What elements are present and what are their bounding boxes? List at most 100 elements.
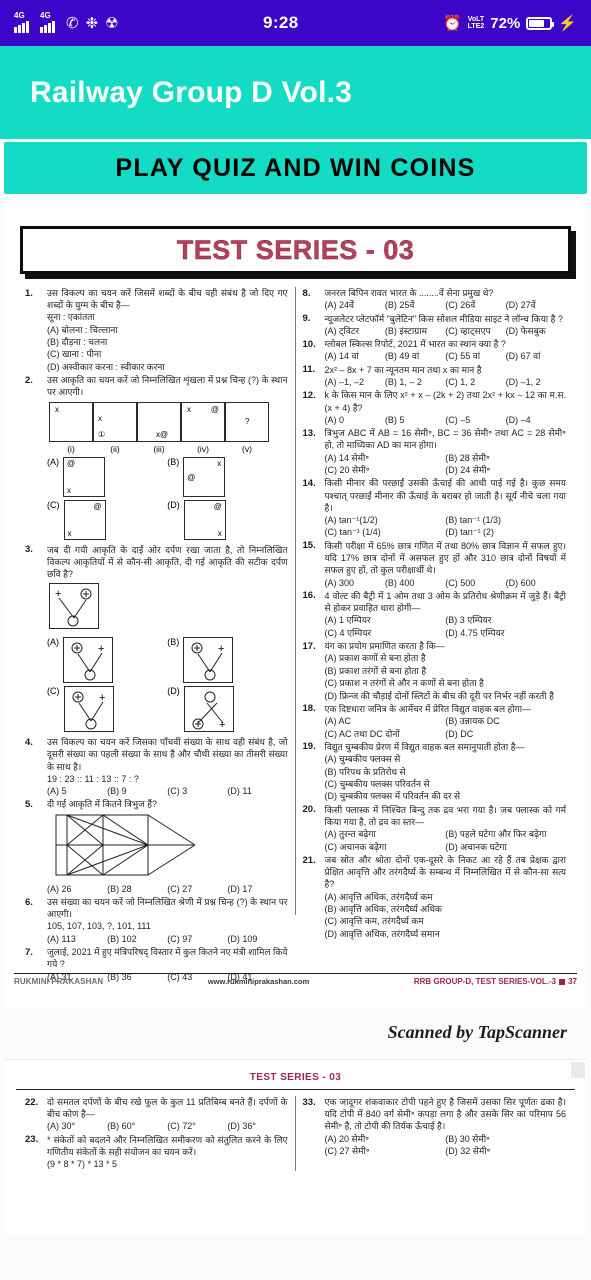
option-b[interactable]: (B) 60° <box>107 1120 167 1132</box>
option-a[interactable]: (A) AC <box>325 715 446 727</box>
option-d[interactable]: (D) फेसबुक <box>506 325 566 337</box>
svg-text:+: + <box>218 643 224 655</box>
option-c[interactable]: (C) अचानक बढ़ेगा <box>325 841 446 853</box>
option-c[interactable]: (C) 55 वां <box>445 350 505 362</box>
option-a[interactable]: (A) 5 <box>47 785 107 797</box>
option-c[interactable]: (C) 20 सेमी॰ <box>325 464 446 476</box>
option-d[interactable]: (D) 109 <box>227 933 287 945</box>
option-b[interactable]: (B) 49 वां <box>385 350 445 362</box>
option-d[interactable]: (D) 4.75 एम्पियर <box>445 627 566 639</box>
mirror-option-b[interactable]: (B) + <box>167 637 287 684</box>
option-c[interactable]: (C) 26वें <box>445 299 505 311</box>
option-d[interactable]: (D) –1, 2 <box>506 376 566 388</box>
mirror-label-a: (A) <box>47 637 59 648</box>
option-d[interactable]: (D) अचानक घटेगा <box>445 841 566 853</box>
option-b[interactable]: (B) पहले घटेगा और फिर बढ़ेगा <box>445 828 566 840</box>
option-b[interactable]: (B) इंस्टाग्राम <box>385 325 445 337</box>
option-b[interactable]: (B) 1, – 2 <box>385 376 445 388</box>
option-a[interactable]: (A) 14 सेमी॰ <box>325 452 446 464</box>
answer-option-c[interactable]: (C) @ x <box>47 499 167 540</box>
option-c[interactable]: (C) 27 सेमी॰ <box>325 1145 446 1157</box>
option-b[interactable]: (B) 28 <box>107 883 167 895</box>
option-c[interactable]: (C) –5 <box>445 414 505 426</box>
mirror-option-c[interactable]: (C) + <box>47 686 167 733</box>
option-a[interactable]: (A) 20 सेमी॰ <box>325 1133 446 1145</box>
option-c[interactable]: (C) 1, 2 <box>445 376 505 388</box>
option-a[interactable]: (A) चुम्बकीय फ्लक्स से <box>325 753 567 765</box>
option-c[interactable]: (C) खाना : पीना <box>47 348 288 360</box>
option-b[interactable]: (B) 102 <box>107 933 167 945</box>
option-c[interactable]: (C) tan⁻¹ (1/4) <box>325 526 446 538</box>
option-a[interactable]: (A) 14 वां <box>325 350 385 362</box>
option-b[interactable]: (B) दौड़ना : चलना <box>47 336 288 348</box>
option-d[interactable]: (D) –4 <box>506 414 566 426</box>
option-c[interactable]: (C) 97 <box>167 933 227 945</box>
option-d[interactable]: (D) 17 <box>227 883 287 895</box>
option-b[interactable]: (B) प्रकाश तरंगों से बना होता है <box>325 665 567 677</box>
option-d[interactable]: (D) 24 सेमी॰ <box>445 464 566 476</box>
option-b[interactable]: (B) 3 एम्पियर <box>445 614 566 626</box>
option-b[interactable]: (B) 28 सेमी॰ <box>445 452 566 464</box>
option-d[interactable]: (D) tan⁻¹ (2) <box>445 526 566 538</box>
play-quiz-button[interactable]: PLAY QUIZ AND WIN COINS <box>4 142 587 194</box>
status-bar-left: 4G 4G ✆ ❉ ☢ <box>14 11 119 33</box>
option-a[interactable]: (A) 26 <box>47 883 107 895</box>
option-b[interactable]: (B) परिपथ के प्रतिरोध से <box>325 766 567 778</box>
option-a[interactable]: (A) 24वें <box>325 299 385 311</box>
option-c[interactable]: (C) व्हाट्सएप <box>445 325 505 337</box>
option-d[interactable]: (D) अस्वीकार करना : स्वीकार करना <box>47 361 288 373</box>
option-d[interactable]: (D) फ्रिन्ज की चौड़ाई दोनों स्लिटों के ब… <box>325 690 567 702</box>
option-a[interactable]: (A) 1 एम्पियर <box>325 614 446 626</box>
page-corner-artifact <box>571 1062 585 1078</box>
answer-option-a[interactable]: (A) @ x <box>47 456 167 497</box>
option-c[interactable]: (C) आवृत्ति कम, तरंगदैर्घ्य कम <box>325 915 567 927</box>
option-b[interactable]: (B) tan⁻¹ (1/3) <box>445 514 566 526</box>
option-b[interactable]: (B) उन्नायक DC <box>445 715 566 727</box>
option-list: (A) 26 (B) 28 (C) 27 (D) 17 <box>47 883 288 895</box>
option-a[interactable]: (A) आवृत्ति अधिक, तरंगदैर्घ्य कम <box>325 891 567 903</box>
option-d[interactable]: (D) 27वें <box>506 299 566 311</box>
question-number: 9. <box>302 313 311 325</box>
option-c[interactable]: (C) 27 <box>167 883 227 895</box>
option-a[interactable]: (A) 113 <box>47 933 107 945</box>
option-c[interactable]: (C) प्रकाश न तरंगों से और न कणों से बना … <box>325 677 567 689</box>
answer-option-b[interactable]: (B) x @ <box>167 456 287 497</box>
option-a[interactable]: (A) तुरन्त बढ़ेगा <box>325 828 446 840</box>
option-b[interactable]: (B) 30 सेमी॰ <box>445 1133 566 1145</box>
document-scroll-area[interactable]: TEST SERIES - 03 1. उस विकल्प का चयन करे… <box>0 198 591 1280</box>
option-a[interactable]: (A) –1, –2 <box>325 376 385 388</box>
option-list: (A) AC (B) उन्नायक DC (C) AC तथा DC दोनो… <box>325 715 567 740</box>
option-a[interactable]: (A) 0 <box>325 414 385 426</box>
option-b[interactable]: (B) आवृत्ति अधिक, तरंगदैर्घ्य अधिक <box>325 903 567 915</box>
option-b[interactable]: (B) 5 <box>385 414 445 426</box>
question-number: 12. <box>302 389 316 401</box>
option-b[interactable]: (B) 400 <box>385 577 445 589</box>
option-a[interactable]: (A) प्रकाश कणों से बना होता है <box>325 652 567 664</box>
option-c[interactable]: (C) चुम्बकीय फ्लक्स परिवर्तन से <box>325 778 567 790</box>
usb-icon: ☢ <box>105 14 119 32</box>
option-d[interactable]: (D) 32 सेमी॰ <box>445 1145 566 1157</box>
option-c[interactable]: (C) 72° <box>167 1120 227 1132</box>
option-c[interactable]: (C) AC तथा DC दोनों <box>325 728 446 740</box>
mirror-option-a[interactable]: (A) + <box>47 637 167 684</box>
option-d[interactable]: (D) 67 वां <box>506 350 566 362</box>
option-c[interactable]: (C) 500 <box>445 577 505 589</box>
option-c[interactable]: (C) 4 एम्पियर <box>325 627 446 639</box>
option-a[interactable]: (A) tan⁻¹(1/2) <box>325 514 446 526</box>
option-d[interactable]: (D) 600 <box>506 577 566 589</box>
option-a[interactable]: (A) ट्विटर <box>325 325 385 337</box>
option-d[interactable]: (D) 11 <box>227 785 287 797</box>
option-c[interactable]: (C) 3 <box>167 785 227 797</box>
mirror-option-d[interactable]: (D) + <box>167 686 287 733</box>
option-a[interactable]: (A) बोलना : चिल्लाना <box>47 324 288 336</box>
option-d[interactable]: (D) चुम्बकीय फ्लक्स में परिवर्तन की दर स… <box>325 790 567 802</box>
option-a[interactable]: (A) 30° <box>47 1120 107 1132</box>
option-b[interactable]: (B) 25वें <box>385 299 445 311</box>
option-d[interactable]: (D) DC <box>445 728 566 740</box>
option-b[interactable]: (B) 9 <box>107 785 167 797</box>
answer-option-d[interactable]: (D) @ x <box>167 499 287 540</box>
option-a[interactable]: (A) 300 <box>325 577 385 589</box>
question-item: 33. एक जादूगर शंकवाकार टोपी पहने हुए है … <box>303 1096 567 1157</box>
option-d[interactable]: (D) आवृत्ति अधिक, तरंगदैर्घ्य समान <box>325 928 567 940</box>
option-d[interactable]: (D) 36° <box>227 1120 287 1132</box>
